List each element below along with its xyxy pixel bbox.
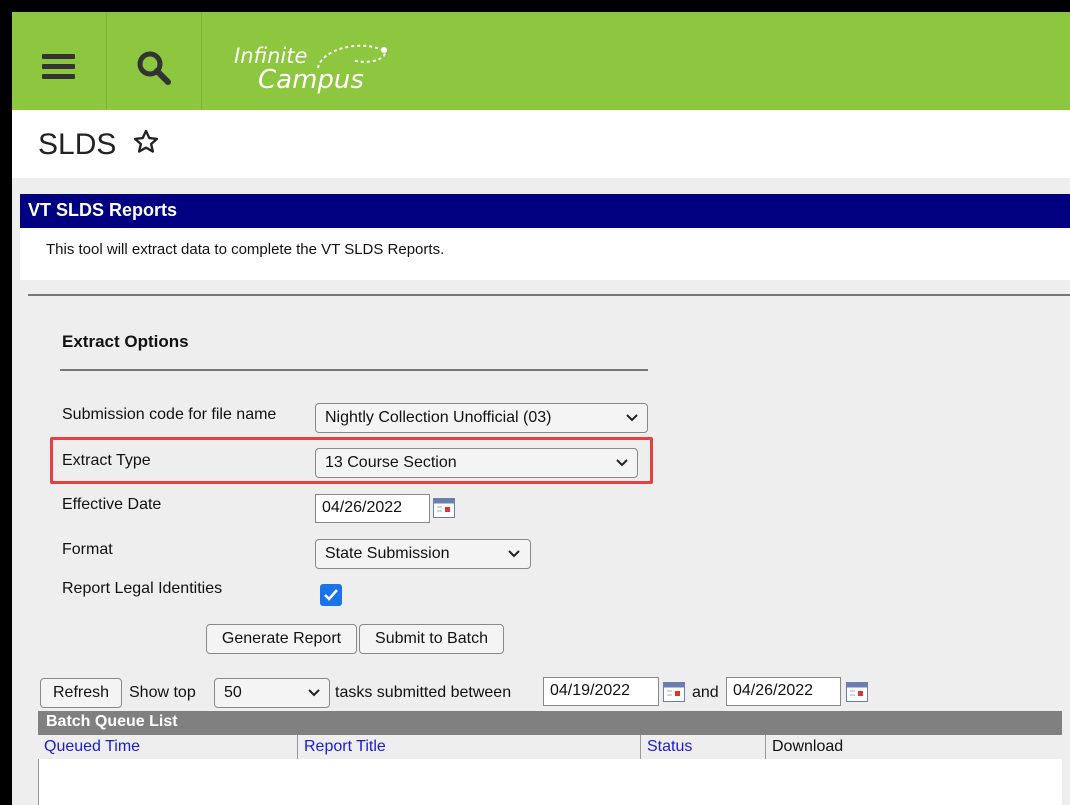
submit-to-batch-button[interactable]: Submit to Batch <box>359 624 504 654</box>
extract-type-select[interactable]: 13 Course Section <box>315 448 638 478</box>
top-bar: Infinite Campus <box>12 12 1070 110</box>
search-icon <box>137 51 171 85</box>
show-top-select[interactable]: 50 <box>214 678 330 708</box>
column-download: Download <box>772 738 844 755</box>
legal-identities-label: Report Legal Identities <box>62 580 223 597</box>
legal-identities-checkbox[interactable] <box>320 584 342 606</box>
effective-date-value: 04/26/2022 <box>322 499 403 516</box>
refresh-button[interactable]: Refresh <box>40 678 122 708</box>
chevron-down-icon <box>626 414 638 422</box>
column-report-title[interactable]: Report Title <box>298 735 641 759</box>
infinite-campus-logo[interactable]: Infinite Campus <box>234 40 404 95</box>
calendar-icon[interactable] <box>663 682 685 702</box>
format-value: State Submission <box>325 545 450 562</box>
calendar-icon[interactable] <box>846 682 868 702</box>
extract-type-label: Extract Type <box>62 452 151 469</box>
show-top-label: Show top <box>129 684 196 701</box>
checkmark-icon <box>324 589 338 601</box>
start-date-input[interactable]: 04/19/2022 <box>543 677 659 706</box>
report-title: VT SLDS Reports <box>28 200 178 220</box>
section-divider <box>60 369 648 371</box>
report-description: This tool will extract data to complete … <box>46 241 445 258</box>
hamburger-icon <box>42 54 75 80</box>
column-queued-time[interactable]: Queued Time <box>38 735 298 759</box>
end-date-value: 04/26/2022 <box>733 682 814 699</box>
divider <box>28 294 1070 296</box>
report-header: VT SLDS Reports <box>20 194 1070 228</box>
chevron-down-icon <box>616 459 628 467</box>
submission-code-label: Submission code for file name <box>62 406 277 423</box>
menu-button[interactable] <box>12 12 107 110</box>
end-date-input[interactable]: 04/26/2022 <box>726 677 841 706</box>
calendar-icon[interactable] <box>433 498 455 518</box>
logo-swoosh-icon <box>317 44 387 69</box>
extract-type-value: 13 Course Section <box>325 454 457 471</box>
favorite-star-icon[interactable] <box>132 128 160 156</box>
batch-queue-title: Batch Queue List <box>46 713 178 730</box>
format-label: Format <box>62 541 113 558</box>
title-bar: SLDS <box>12 110 1070 178</box>
and-label: and <box>692 684 719 701</box>
chevron-down-icon <box>508 550 520 558</box>
batch-queue-body <box>38 759 1062 805</box>
effective-date-input[interactable]: 04/26/2022 <box>315 494 430 523</box>
generate-report-button[interactable]: Generate Report <box>206 624 357 654</box>
batch-queue-header: Batch Queue List <box>38 711 1062 735</box>
column-status[interactable]: Status <box>641 735 766 759</box>
start-date-value: 04/19/2022 <box>550 682 631 699</box>
report-description-box: This tool will extract data to complete … <box>20 228 1070 280</box>
search-button[interactable] <box>106 12 202 110</box>
format-select[interactable]: State Submission <box>315 539 531 569</box>
submission-code-select[interactable]: Nightly Collection Unofficial (03) <box>315 403 648 433</box>
tasks-between-label: tasks submitted between <box>335 684 512 701</box>
show-top-value: 50 <box>224 684 242 701</box>
app-window: Infinite Campus SLDS VT SLDS Reports Thi… <box>12 12 1070 805</box>
effective-date-label: Effective Date <box>62 496 162 513</box>
page-title: SLDS <box>38 128 117 161</box>
chevron-down-icon <box>308 689 320 697</box>
submission-code-value: Nightly Collection Unofficial (03) <box>325 409 552 426</box>
batch-queue-columns: Queued Time Report Title Status Download <box>38 735 1062 760</box>
extract-options-title: Extract Options <box>62 332 189 351</box>
